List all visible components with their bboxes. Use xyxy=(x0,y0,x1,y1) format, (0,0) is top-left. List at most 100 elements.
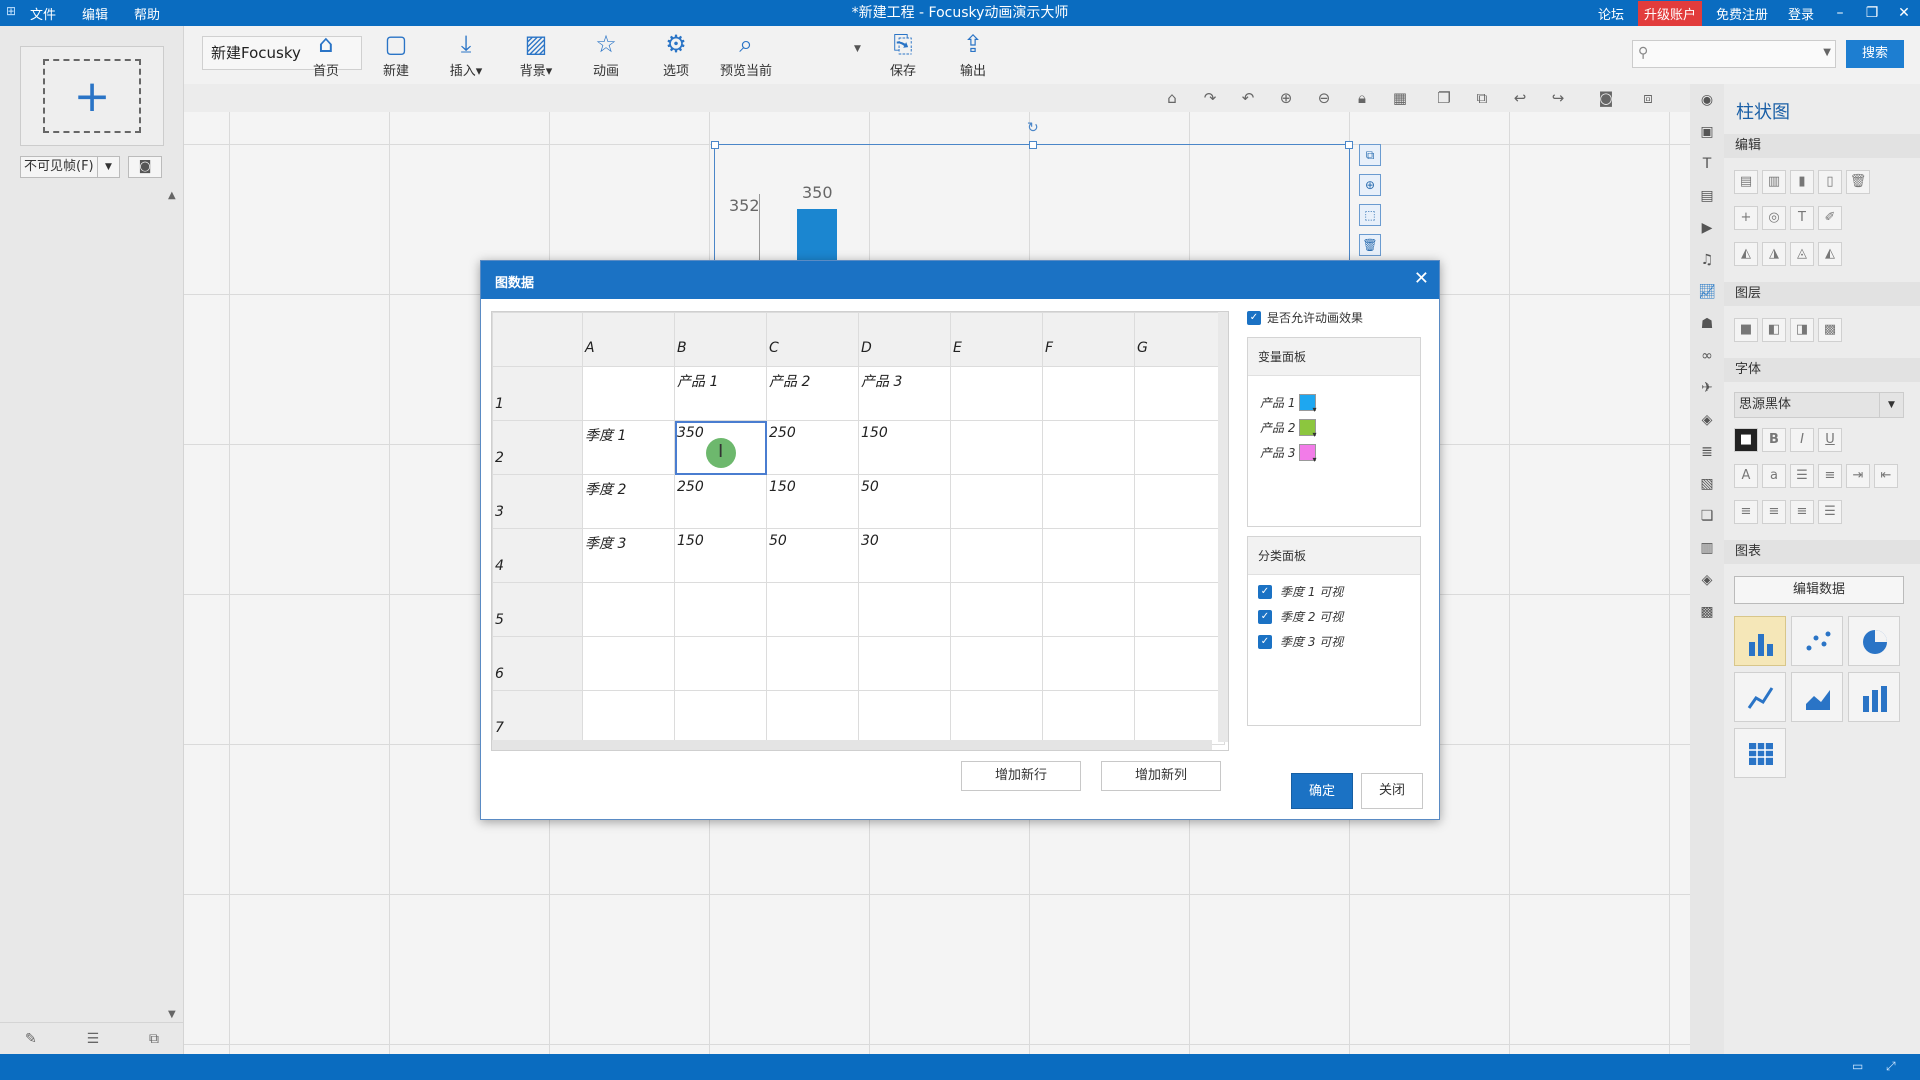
grid-cell[interactable] xyxy=(582,690,675,745)
grid-cell[interactable]: 150 xyxy=(858,420,951,475)
dialog-title: 图数据 xyxy=(495,276,535,291)
grid-cell[interactable] xyxy=(950,474,1043,529)
row-header[interactable]: 2 xyxy=(492,420,583,475)
grid-cell[interactable] xyxy=(1134,474,1225,529)
close-icon[interactable]: ✕ xyxy=(1414,268,1429,289)
ok-button[interactable]: 确定 xyxy=(1291,773,1353,809)
grid-cell[interactable]: 250 xyxy=(766,420,859,475)
column-header[interactable]: D xyxy=(858,312,951,367)
modal-overlay: 图数据 ✕ A B C D E F G 1 产品 1 产品 2 产品 3 2 季度 1 350 250 150… xyxy=(0,0,1920,1080)
variable-panel-title: 变量面板 xyxy=(1248,338,1420,376)
grid-cell[interactable] xyxy=(766,690,859,745)
data-grid[interactable]: A B C D E F G 1 产品 1 产品 2 产品 3 2 季度 1 350 250 150 3 季度 22… xyxy=(491,311,1229,751)
grid-cell[interactable] xyxy=(582,582,675,637)
allow-animation-checkbox[interactable]: ✓ 是否允许动画效果 xyxy=(1247,309,1363,326)
grid-cell[interactable] xyxy=(1042,690,1135,745)
grid-cell[interactable] xyxy=(950,366,1043,421)
grid-cell[interactable] xyxy=(674,636,767,691)
grid-cell[interactable] xyxy=(1042,474,1135,529)
variable-label: 产品 2 xyxy=(1260,421,1296,435)
add-column-button[interactable]: 增加新列 xyxy=(1101,761,1221,791)
grid-cell[interactable] xyxy=(950,690,1043,745)
grid-cell[interactable]: 150 xyxy=(674,528,767,583)
row-header[interactable]: 5 xyxy=(492,582,583,637)
grid-cell[interactable]: 产品 1 xyxy=(674,366,767,421)
column-header[interactable]: E xyxy=(950,312,1043,367)
checkbox-checked-icon[interactable]: ✓ xyxy=(1258,609,1272,624)
grid-horizontal-scrollbar[interactable] xyxy=(492,740,1212,750)
variable-label: 产品 1 xyxy=(1260,396,1296,410)
table-row: 2 季度 1 350 250 150 xyxy=(492,420,1225,475)
color-swatch[interactable] xyxy=(1299,419,1316,439)
grid-cell[interactable] xyxy=(1134,582,1225,637)
grid-cell[interactable] xyxy=(1042,582,1135,637)
variable-panel: 变量面板 产品 1 产品 2 产品 3 xyxy=(1247,337,1421,527)
grid-cell[interactable] xyxy=(1134,420,1225,475)
category-visibility-checkbox[interactable]: ✓ 季度 2 可视 xyxy=(1258,608,1343,625)
row-header[interactable]: 6 xyxy=(492,636,583,691)
checkbox-checked-icon[interactable]: ✓ xyxy=(1247,310,1261,325)
grid-cell[interactable]: 季度 2 xyxy=(582,474,675,529)
row-header[interactable]: 7 xyxy=(492,690,583,745)
allow-animation-label: 是否允许动画效果 xyxy=(1267,311,1364,325)
grid-cell[interactable] xyxy=(950,582,1043,637)
grid-cell[interactable]: 产品 2 xyxy=(766,366,859,421)
checkbox-checked-icon[interactable]: ✓ xyxy=(1258,634,1272,649)
close-button[interactable]: 关闭 xyxy=(1361,773,1423,809)
row-header[interactable]: 3 xyxy=(492,474,583,529)
color-swatch[interactable] xyxy=(1299,394,1316,414)
category-panel-title: 分类面板 xyxy=(1248,537,1420,575)
grid-cell[interactable] xyxy=(1134,366,1225,421)
grid-cell[interactable] xyxy=(582,636,675,691)
grid-cell[interactable] xyxy=(1042,420,1135,475)
variable-label: 产品 3 xyxy=(1260,446,1296,460)
grid-cell[interactable] xyxy=(1134,528,1225,583)
grid-cell[interactable] xyxy=(582,366,675,421)
grid-cell[interactable]: 季度 3 xyxy=(582,528,675,583)
grid-cell[interactable]: 产品 3 xyxy=(858,366,951,421)
grid-cell[interactable] xyxy=(858,636,951,691)
column-header[interactable]: F xyxy=(1042,312,1135,367)
grid-cell[interactable]: 季度 1 xyxy=(582,420,675,475)
grid-cell[interactable]: 30 xyxy=(858,528,951,583)
table-row: 3 季度 2 250 150 50 xyxy=(492,474,1225,529)
grid-cell[interactable] xyxy=(950,636,1043,691)
add-row-button[interactable]: 增加新行 xyxy=(961,761,1081,791)
column-header[interactable]: C xyxy=(766,312,859,367)
grid-vertical-scrollbar[interactable] xyxy=(1218,312,1228,742)
grid-cell[interactable] xyxy=(950,420,1043,475)
grid-cell[interactable]: 50 xyxy=(858,474,951,529)
column-header[interactable]: G xyxy=(1134,312,1225,367)
grid-cell[interactable] xyxy=(1042,528,1135,583)
column-header[interactable]: A xyxy=(582,312,675,367)
grid-cell[interactable] xyxy=(766,636,859,691)
grid-header-row: ABCDEFG xyxy=(492,312,1225,367)
variable-item: 产品 2 xyxy=(1260,419,1316,439)
grid-cell[interactable] xyxy=(858,690,951,745)
grid-cell[interactable] xyxy=(950,528,1043,583)
grid-cell[interactable] xyxy=(1134,636,1225,691)
grid-cell[interactable] xyxy=(858,582,951,637)
variable-item: 产品 3 xyxy=(1260,444,1316,464)
category-visibility-checkbox[interactable]: ✓ 季度 1 可视 xyxy=(1258,583,1343,600)
grid-cell[interactable]: 250 xyxy=(674,474,767,529)
row-header[interactable]: 4 xyxy=(492,528,583,583)
grid-cell[interactable] xyxy=(674,582,767,637)
row-header[interactable]: 1 xyxy=(492,366,583,421)
grid-cell[interactable] xyxy=(674,690,767,745)
grid-cell[interactable]: 150 xyxy=(766,474,859,529)
table-row: 7 xyxy=(492,690,1225,745)
column-header[interactable]: B xyxy=(674,312,767,367)
color-swatch[interactable] xyxy=(1299,444,1316,464)
grid-cell[interactable] xyxy=(1042,636,1135,691)
grid-corner xyxy=(492,312,583,367)
category-label: 季度 1 可视 xyxy=(1280,585,1344,599)
grid-cell[interactable] xyxy=(1134,690,1225,745)
table-row: 6 xyxy=(492,636,1225,691)
checkbox-checked-icon[interactable]: ✓ xyxy=(1258,584,1272,599)
grid-cell[interactable] xyxy=(1042,366,1135,421)
text-cursor-icon: I xyxy=(718,441,724,462)
category-visibility-checkbox[interactable]: ✓ 季度 3 可视 xyxy=(1258,633,1343,650)
grid-cell[interactable] xyxy=(766,582,859,637)
grid-cell[interactable]: 50 xyxy=(766,528,859,583)
